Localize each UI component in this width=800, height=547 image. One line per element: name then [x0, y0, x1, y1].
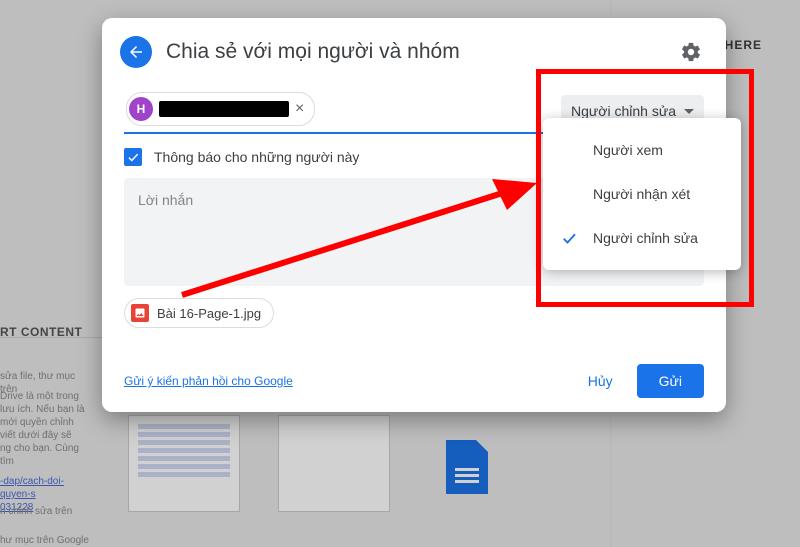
dialog-footer: Gửi ý kiến phản hồi cho Google Hủy Gửi — [124, 364, 704, 398]
arrow-left-icon — [127, 43, 145, 61]
feedback-link[interactable]: Gửi ý kiến phản hồi cho Google — [124, 374, 293, 388]
menu-item-editor[interactable]: Người chỉnh sửa — [543, 216, 741, 260]
image-icon — [131, 304, 149, 322]
dialog-title: Chia sẻ với mọi người và nhóm — [166, 40, 678, 64]
cancel-button[interactable]: Hủy — [572, 365, 629, 397]
menu-item-viewer[interactable]: Người xem — [543, 128, 741, 172]
share-dialog: Chia sẻ với mọi người và nhóm H × Người … — [102, 18, 726, 412]
dialog-header: Chia sẻ với mọi người và nhóm — [102, 18, 726, 74]
attachment-name: Bài 16-Page-1.jpg — [157, 306, 261, 321]
recipient-name-redacted — [159, 101, 289, 117]
back-button[interactable] — [120, 36, 152, 68]
chevron-down-icon — [684, 109, 694, 114]
recipient-chip[interactable]: H × — [126, 92, 315, 126]
menu-item-label: Người nhận xét — [593, 186, 690, 202]
menu-check-slot — [559, 229, 579, 247]
check-icon — [560, 229, 578, 247]
menu-item-label: Người chỉnh sửa — [593, 230, 698, 246]
permission-menu: Người xem Người nhận xét Người chỉnh sửa — [543, 118, 741, 270]
remove-recipient-button[interactable]: × — [291, 101, 308, 117]
settings-button[interactable] — [678, 39, 704, 65]
permission-label: Người chỉnh sửa — [571, 103, 676, 119]
menu-item-label: Người xem — [593, 142, 663, 158]
notify-checkbox[interactable] — [124, 148, 142, 166]
attachment-row: Bài 16-Page-1.jpg — [124, 298, 704, 328]
send-button[interactable]: Gửi — [637, 364, 704, 398]
avatar: H — [129, 97, 153, 121]
notify-label: Thông báo cho những người này — [154, 149, 359, 165]
recipient-input[interactable]: H × — [124, 88, 547, 134]
check-icon — [126, 150, 140, 164]
gear-icon — [680, 41, 702, 63]
attachment-chip[interactable]: Bài 16-Page-1.jpg — [124, 298, 274, 328]
menu-item-commenter[interactable]: Người nhận xét — [543, 172, 741, 216]
